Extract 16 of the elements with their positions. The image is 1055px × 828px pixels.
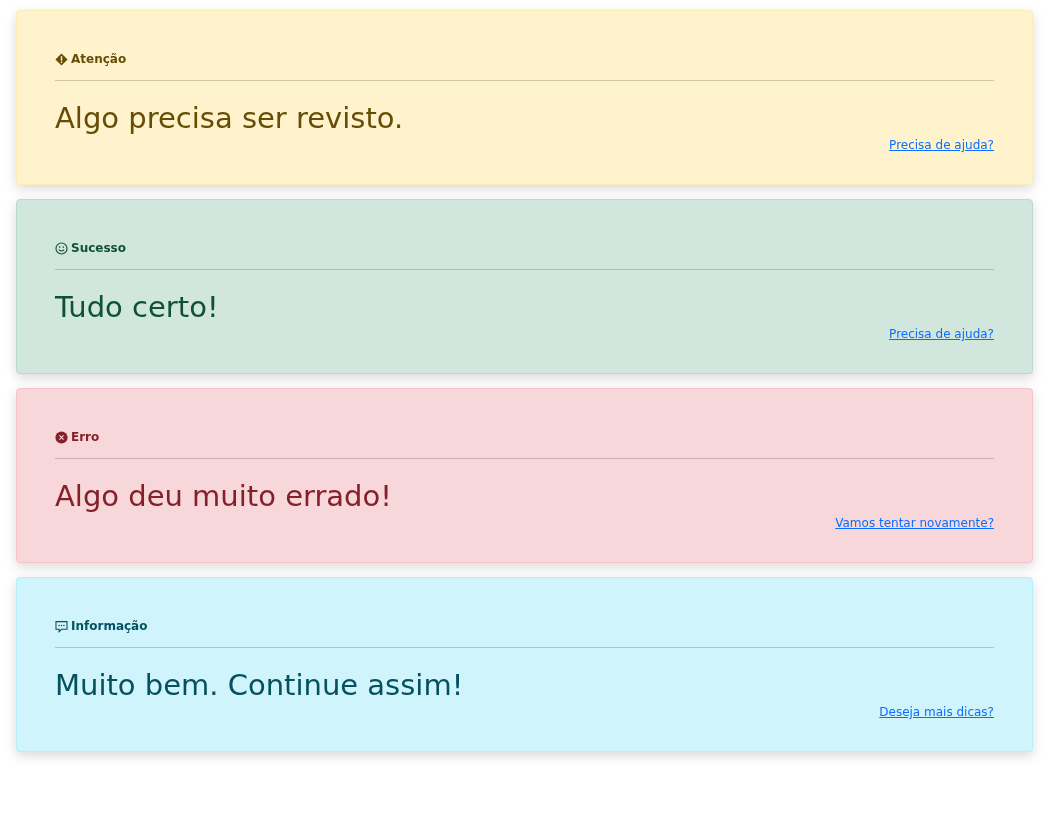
help-link[interactable]: Precisa de ajuda? (889, 138, 994, 152)
help-link[interactable]: Precisa de ajuda? (889, 327, 994, 341)
alert-message: Tudo certo! (55, 289, 220, 326)
warning-icon (55, 52, 68, 66)
help-link[interactable]: Deseja mais dicas? (879, 705, 994, 719)
close-icon (55, 430, 68, 444)
alert-message: Algo deu muito errado! (55, 478, 393, 515)
alert-title: Sucesso (71, 241, 126, 255)
alert-message: Muito bem. Continue assim! (55, 667, 465, 704)
alert-title: Informação (71, 619, 148, 633)
alert-message: Algo precisa ser revisto. (55, 100, 405, 137)
smiley-icon (55, 241, 68, 255)
chat-icon (55, 619, 68, 633)
alert-title: Atenção (71, 52, 127, 66)
help-link[interactable]: Vamos tentar novamente? (835, 516, 994, 530)
alert-title: Erro (71, 430, 100, 444)
